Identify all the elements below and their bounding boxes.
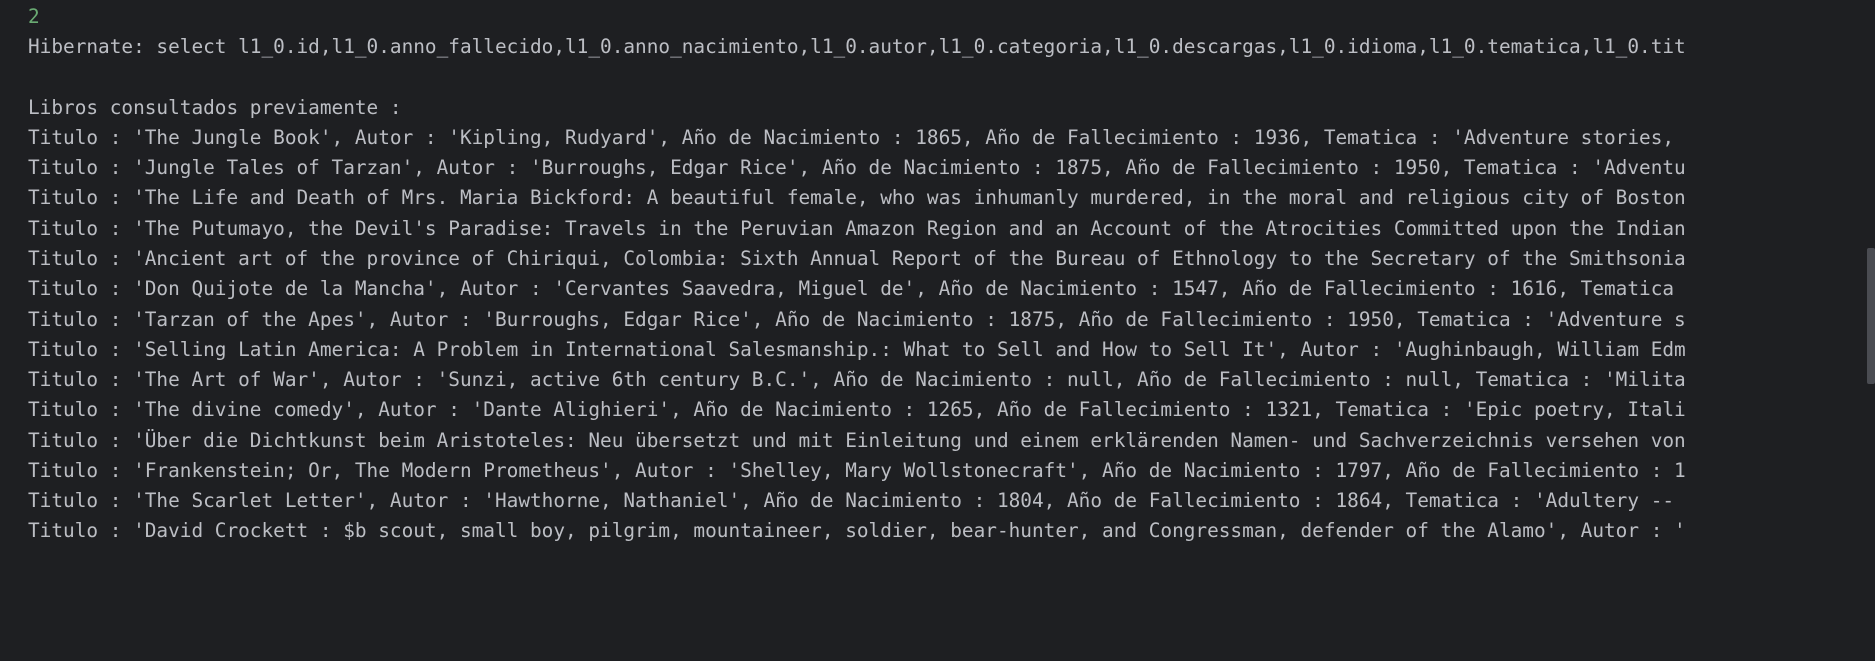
book-line: Titulo : 'David Crockett : $b scout, sma…: [28, 519, 1686, 542]
book-line: Titulo : 'The Scarlet Letter', Autor : '…: [28, 489, 1675, 512]
vertical-scrollbar[interactable]: [1865, 0, 1875, 661]
scrollbar-thumb[interactable]: [1867, 248, 1875, 384]
book-line: Titulo : 'The Art of War', Autor : 'Sunz…: [28, 368, 1686, 391]
book-line: Titulo : 'The Jungle Book', Autor : 'Kip…: [28, 126, 1675, 149]
book-line: Titulo : 'Jungle Tales of Tarzan', Autor…: [28, 156, 1686, 179]
book-line: Titulo : 'Über die Dichtkunst beim Arist…: [28, 429, 1686, 452]
book-line: Titulo : 'Don Quijote de la Mancha', Aut…: [28, 277, 1675, 300]
book-line: Titulo : 'Selling Latin America: A Probl…: [28, 338, 1686, 361]
console-output[interactable]: 2 Hibernate: select l1_0.id,l1_0.anno_fa…: [0, 0, 1875, 661]
book-line: Titulo : 'Tarzan of the Apes', Autor : '…: [28, 308, 1686, 331]
book-line: Titulo : 'Ancient art of the province of…: [28, 247, 1686, 270]
hibernate-query-log: Hibernate: select l1_0.id,l1_0.anno_fall…: [28, 35, 1686, 58]
section-header: Libros consultados previamente :: [28, 96, 402, 119]
user-input-echo: 2: [28, 5, 40, 28]
book-line: Titulo : 'The Life and Death of Mrs. Mar…: [28, 186, 1686, 209]
book-line: Titulo : 'Frankenstein; Or, The Modern P…: [28, 459, 1686, 482]
book-line: Titulo : 'The Putumayo, the Devil's Para…: [28, 217, 1686, 240]
book-line: Titulo : 'The divine comedy', Autor : 'D…: [28, 398, 1686, 421]
